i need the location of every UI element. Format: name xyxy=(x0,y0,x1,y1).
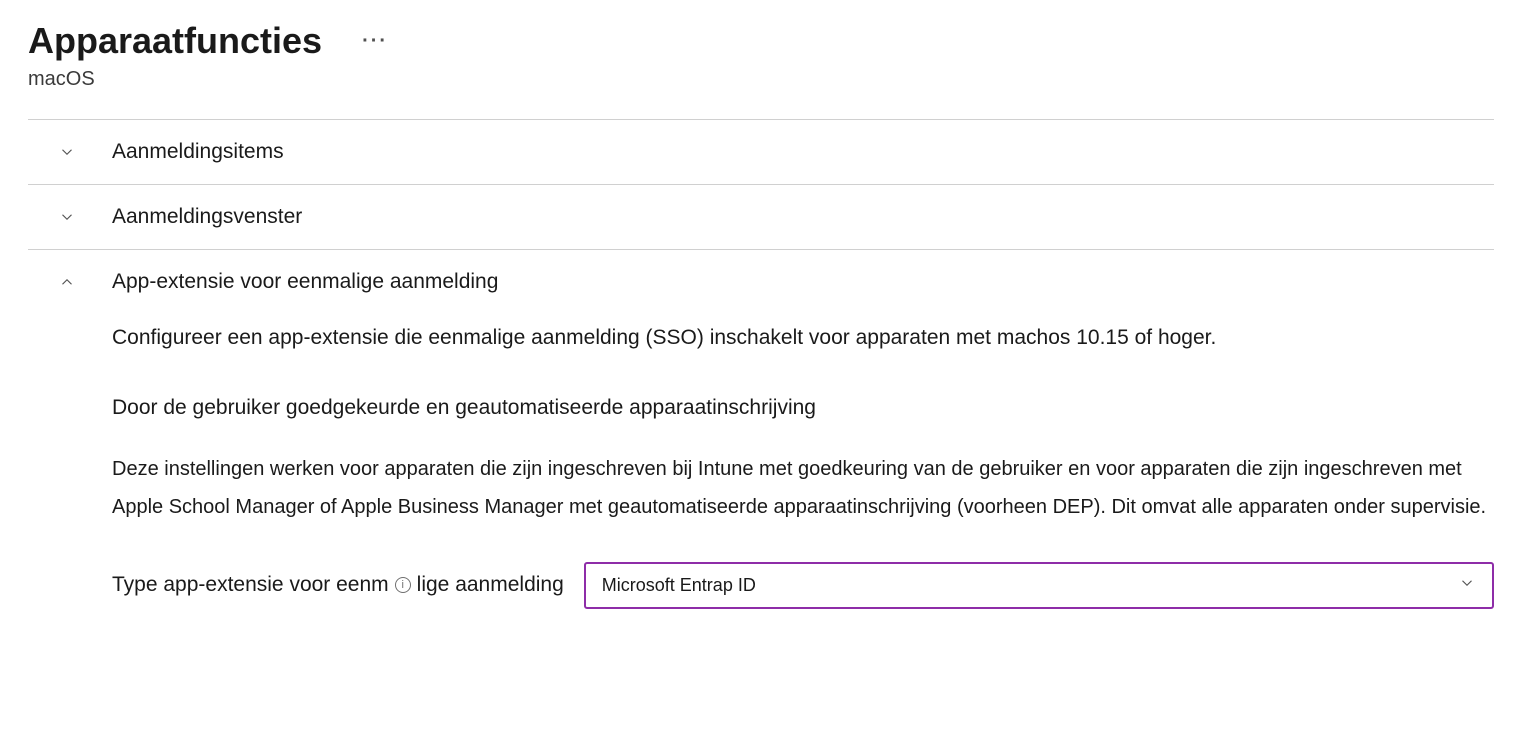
sso-type-label: Type app-extensie voor eenm i lige aanmeld… xyxy=(112,573,564,597)
enrollment-text: Deze instellingen werken voor apparaten … xyxy=(112,450,1494,526)
chevron-down-icon xyxy=(1458,574,1476,597)
accordion-label-login-window: Aanmeldingsvenster xyxy=(112,205,302,229)
accordion-label-login-items: Aanmeldingsitems xyxy=(112,140,284,164)
sso-description: Configureer een app-extensie die eenmali… xyxy=(112,322,1494,354)
accordion-header-login-items[interactable]: Aanmeldingsitems xyxy=(28,120,1494,184)
page-title-row: Apparaatfuncties ··· xyxy=(28,20,1494,62)
accordion-sso-extension: App-extensie voor eenmalige aanmelding C… xyxy=(28,249,1494,629)
accordion-label-sso-extension: App-extensie voor eenmalige aanmelding xyxy=(112,270,498,294)
accordion-header-login-window[interactable]: Aanmeldingsvenster xyxy=(28,185,1494,249)
sso-type-label-before: Type app-extensie voor eenm xyxy=(112,573,389,597)
sso-type-value: Microsoft Entrap ID xyxy=(602,575,756,596)
accordion-login-items: Aanmeldingsitems xyxy=(28,119,1494,184)
accordion-content-sso-extension: Configureer een app-extensie die eenmali… xyxy=(28,314,1494,629)
chevron-down-icon xyxy=(58,208,76,226)
sso-type-label-after: lige aanmelding xyxy=(417,573,564,597)
chevron-down-icon xyxy=(58,143,76,161)
page-subtitle: macOS xyxy=(28,68,1494,91)
accordion-header-sso-extension[interactable]: App-extensie voor eenmalige aanmelding xyxy=(28,250,1494,314)
sso-type-select[interactable]: Microsoft Entrap ID xyxy=(584,562,1494,609)
info-icon[interactable]: i xyxy=(395,577,411,593)
accordion-login-window: Aanmeldingsvenster xyxy=(28,184,1494,249)
page-header: Apparaatfuncties ··· macOS xyxy=(28,20,1494,91)
page-title: Apparaatfuncties xyxy=(28,20,322,62)
more-options-icon[interactable]: ··· xyxy=(362,30,388,53)
chevron-up-icon xyxy=(58,273,76,291)
sso-type-row: Type app-extensie voor eenm i lige aanmeld… xyxy=(112,562,1494,609)
enrollment-heading: Door de gebruiker goedgekeurde en geauto… xyxy=(112,396,1494,420)
